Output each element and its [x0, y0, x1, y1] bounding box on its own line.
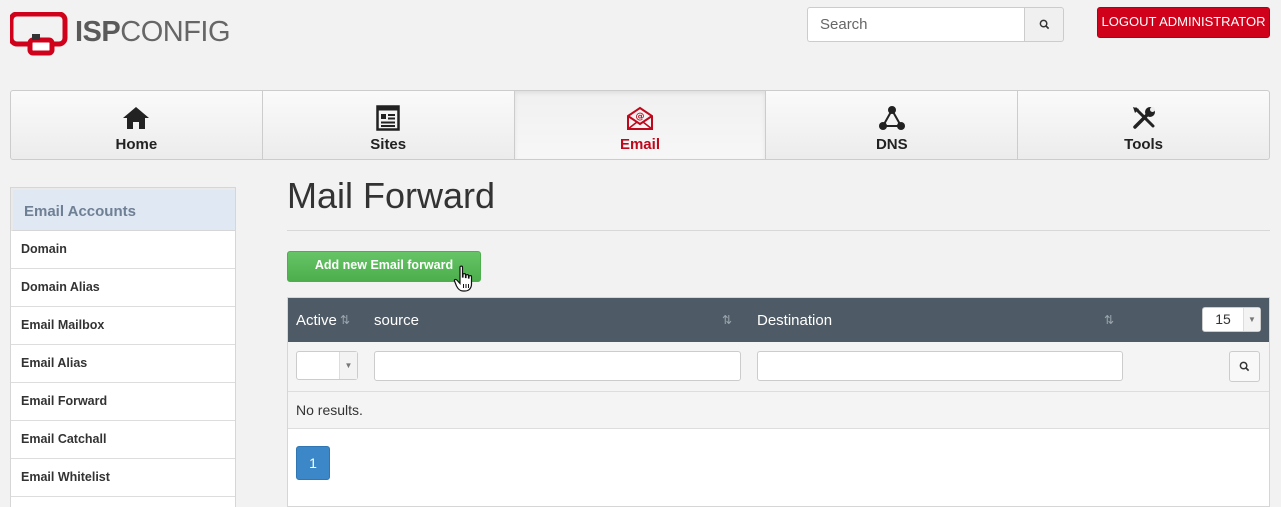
source-filter-input[interactable] [374, 351, 741, 381]
sort-icon[interactable]: ⇅ [340, 313, 350, 327]
mail-forward-table: Active ⇅ source ⇅ Destination ⇅ 15 ▼ ▼ N… [287, 297, 1270, 507]
empty-state-text: No results. [288, 392, 1269, 429]
sort-icon[interactable]: ⇅ [1104, 313, 1114, 327]
pagination-page-1[interactable]: 1 [296, 446, 330, 480]
column-header-active[interactable]: Active [296, 312, 337, 329]
add-email-forward-button[interactable]: Add new Email forward [287, 251, 481, 282]
sidebar-item-email-mailbox[interactable]: Email Mailbox [11, 307, 235, 345]
sidebar-menu: Email Accounts Domain Domain Alias Email… [10, 187, 236, 507]
page-title: Mail Forward [287, 175, 496, 216]
dns-icon [878, 104, 906, 132]
tab-dns[interactable]: DNS [766, 91, 1019, 159]
sort-icon[interactable]: ⇅ [722, 313, 732, 327]
chevron-down-icon: ▼ [339, 352, 357, 379]
tools-icon [1130, 104, 1158, 132]
tab-label: Sites [370, 136, 407, 153]
logo-text: ISPCONFIG [75, 16, 231, 48]
column-header-source[interactable]: source [374, 312, 419, 329]
search-input[interactable] [807, 7, 1024, 42]
sidebar-heading: Email Accounts [11, 188, 235, 231]
hand-cursor-icon [453, 265, 473, 292]
tab-label: Home [115, 136, 158, 153]
sidebar-item-email-whitelist[interactable]: Email Whitelist [11, 459, 235, 497]
column-header-destination[interactable]: Destination [757, 312, 832, 329]
ispconfig-logo[interactable]: ISPCONFIG [8, 11, 231, 56]
sidebar-item-email-forward[interactable]: Email Forward [11, 383, 235, 421]
sidebar-item-domain[interactable]: Domain [11, 231, 235, 269]
filter-search-button[interactable] [1229, 351, 1260, 382]
logo-monitor-icon [8, 11, 68, 56]
search-icon [1039, 19, 1049, 30]
main-navigation: Home Sites @ Email DNS Tools [10, 90, 1270, 160]
rows-per-page-select[interactable]: 15 ▼ [1202, 307, 1261, 332]
sidebar-item-email-catchall[interactable]: Email Catchall [11, 421, 235, 459]
active-filter-select[interactable]: ▼ [296, 351, 358, 380]
tab-tools[interactable]: Tools [1018, 91, 1269, 159]
svg-text:@: @ [635, 112, 644, 122]
tab-email[interactable]: @ Email [514, 91, 767, 159]
destination-filter-input[interactable] [757, 351, 1123, 381]
tab-label: Email [619, 136, 660, 153]
logout-button[interactable]: LOGOUT ADMINISTRATOR [1097, 7, 1270, 38]
global-search [807, 7, 1064, 42]
sidebar-item-email-alias[interactable]: Email Alias [11, 345, 235, 383]
chevron-down-icon: ▼ [1243, 308, 1260, 331]
rows-per-page-value: 15 [1215, 311, 1231, 327]
sidebar-item-domain-alias[interactable]: Domain Alias [11, 269, 235, 307]
filter-row: ▼ [288, 342, 1269, 392]
tab-label: Tools [1124, 136, 1164, 153]
title-divider [287, 230, 1270, 231]
search-button[interactable] [1024, 7, 1064, 42]
tab-home[interactable]: Home [11, 91, 263, 159]
email-icon: @ [626, 104, 654, 132]
home-icon [122, 104, 150, 132]
tab-sites[interactable]: Sites [263, 91, 515, 159]
sites-icon [374, 104, 402, 132]
table-header: Active ⇅ source ⇅ Destination ⇅ 15 ▼ [288, 298, 1269, 342]
search-icon [1239, 361, 1250, 372]
tab-label: DNS [875, 136, 908, 153]
